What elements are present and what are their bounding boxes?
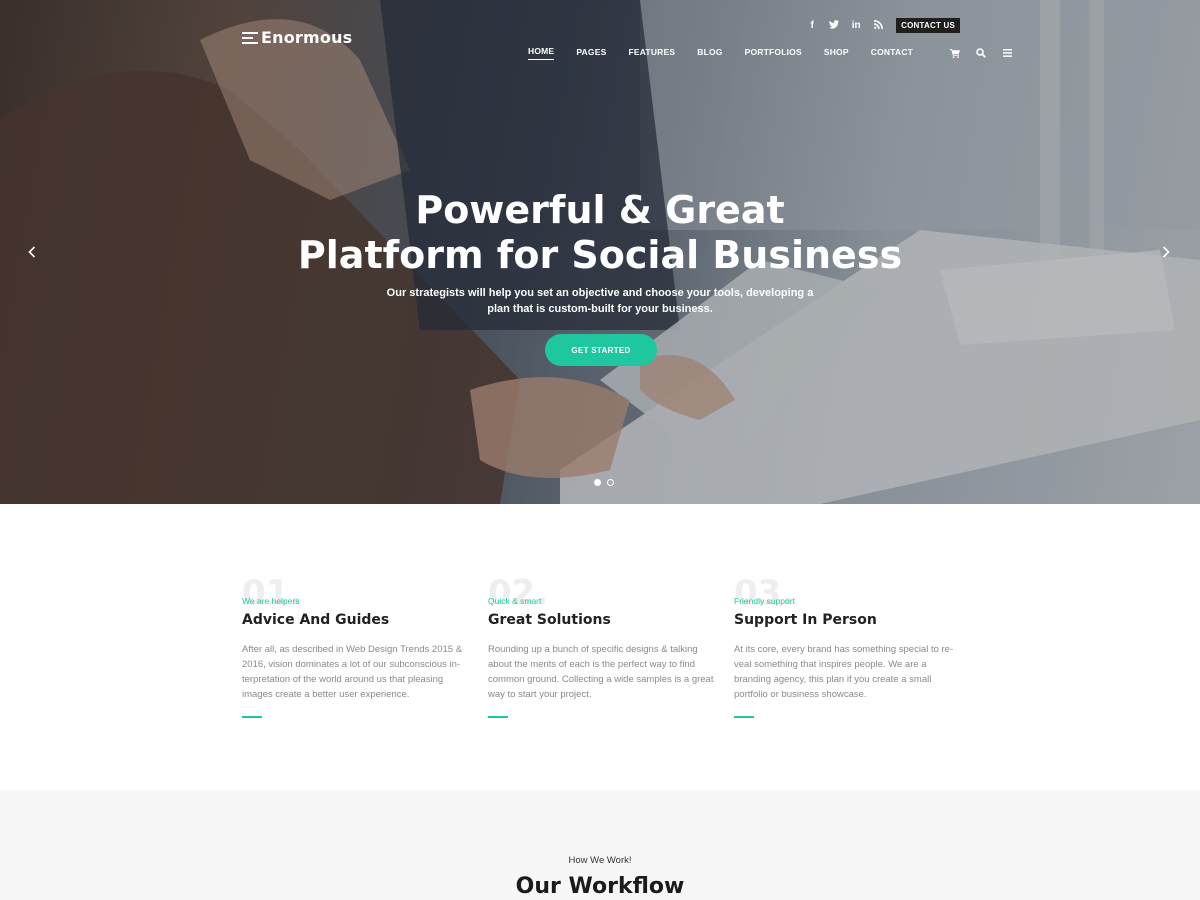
hero-subtitle-line-1: Our strategists will help you set an obj… xyxy=(386,287,814,299)
slider-dot-1[interactable] xyxy=(594,479,601,486)
get-started-button[interactable]: GET STARTED xyxy=(545,334,657,366)
features-section: 01. We are helpers Advice And Guides Aft… xyxy=(0,504,1200,790)
feature-accent-line xyxy=(488,716,508,718)
slider-dots xyxy=(594,479,614,486)
site-logo[interactable]: Enormous xyxy=(242,28,352,47)
nav-item-contact[interactable]: CONTACT xyxy=(871,47,913,60)
feature-title: Great Solutions xyxy=(488,612,611,628)
cart-icon[interactable] xyxy=(949,47,961,59)
twitter-icon[interactable] xyxy=(828,19,840,32)
feature-kicker: Friendly support xyxy=(734,596,795,606)
workflow-title: Our Workflow xyxy=(515,874,685,899)
feature-text: At its core, every brand has something s… xyxy=(734,644,954,700)
nav-item-pages[interactable]: PAGES xyxy=(576,47,606,60)
menu-icon[interactable] xyxy=(1001,47,1013,59)
hero-title: Powerful & Great Platform for Social Bus… xyxy=(0,188,1200,278)
feature-kicker: Quick & smart xyxy=(488,596,542,606)
top-bar: f in CONTACT US xyxy=(806,18,960,33)
feature-card: 02. Quick & smart Great Solutions Roundi… xyxy=(488,576,716,718)
feature-title: Advice And Guides xyxy=(242,612,390,628)
feature-text: Rounding up a bunch of specific designs … xyxy=(488,644,714,700)
search-icon[interactable] xyxy=(975,47,987,59)
feature-card: 03. Friendly support Support In Person A… xyxy=(734,576,962,718)
nav-item-blog[interactable]: BLOG xyxy=(697,47,722,60)
logo-mark-icon xyxy=(242,31,258,44)
feature-accent-line xyxy=(242,716,262,718)
hero-subtitle: Our strategists will help you set an obj… xyxy=(0,285,1200,317)
feature-kicker: We are helpers xyxy=(242,596,300,606)
nav-item-shop[interactable]: SHOP xyxy=(824,47,849,60)
nav-item-portfolios[interactable]: PORTFOLIOS xyxy=(745,47,802,60)
main-nav: HOME PAGES FEATURES BLOG PORTFOLIOS SHOP… xyxy=(528,46,1013,60)
nav-item-features[interactable]: FEATURES xyxy=(628,47,675,60)
feature-title: Support In Person xyxy=(734,612,877,628)
rss-icon[interactable] xyxy=(872,19,884,32)
linkedin-icon[interactable]: in xyxy=(850,20,862,31)
contact-us-button[interactable]: CONTACT US xyxy=(896,18,960,33)
nav-item-home[interactable]: HOME xyxy=(528,46,555,60)
feature-accent-line xyxy=(734,716,754,718)
slider-dot-2[interactable] xyxy=(607,479,614,486)
hero-title-line-1: Powerful & Great xyxy=(415,188,785,232)
hero-subtitle-line-2: plan that is custom-built for your busin… xyxy=(487,303,713,315)
logo-text: Enormous xyxy=(261,28,353,47)
hero-slider: Enormous f in CONTACT US HOME PAGES FEAT… xyxy=(0,0,1200,504)
workflow-section: How We Work! Our Workflow xyxy=(0,790,1200,900)
feature-text: After all, as described in Web Design Tr… xyxy=(242,644,463,700)
hero-title-line-2: Platform for Social Business xyxy=(297,233,903,277)
facebook-icon[interactable]: f xyxy=(806,20,818,31)
workflow-kicker: How We Work! xyxy=(568,855,632,866)
feature-card: 01. We are helpers Advice And Guides Aft… xyxy=(242,576,470,718)
